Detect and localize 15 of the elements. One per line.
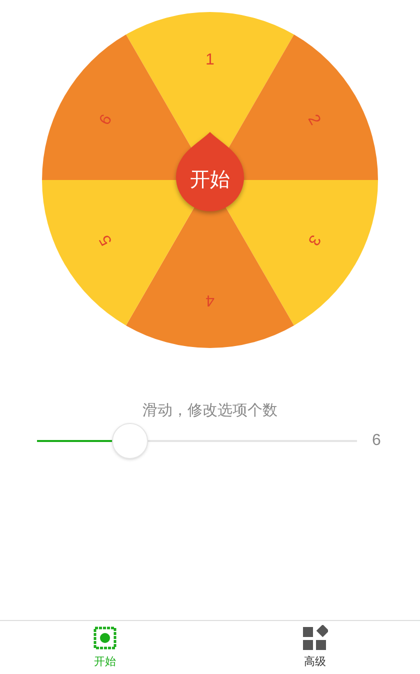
segment-label: 4 (206, 292, 214, 308)
slider-caption: 滑动，修改选项个数 (142, 401, 278, 421)
tab[interactable]: 高级 (210, 621, 420, 674)
segment-label: 2 (304, 112, 324, 128)
segment-label: 3 (304, 232, 324, 248)
slider[interactable] (37, 422, 357, 460)
start-button[interactable]: 开始 (176, 132, 244, 212)
grid-icon (302, 624, 328, 651)
slider-thumb[interactable] (112, 422, 148, 458)
tab[interactable]: 开始 (0, 621, 210, 674)
slider-value: 6 (372, 430, 382, 450)
segment-label: 6 (96, 112, 116, 128)
target-icon (92, 624, 118, 651)
segment-label: 1 (206, 52, 214, 68)
segment-label: 5 (96, 232, 116, 248)
